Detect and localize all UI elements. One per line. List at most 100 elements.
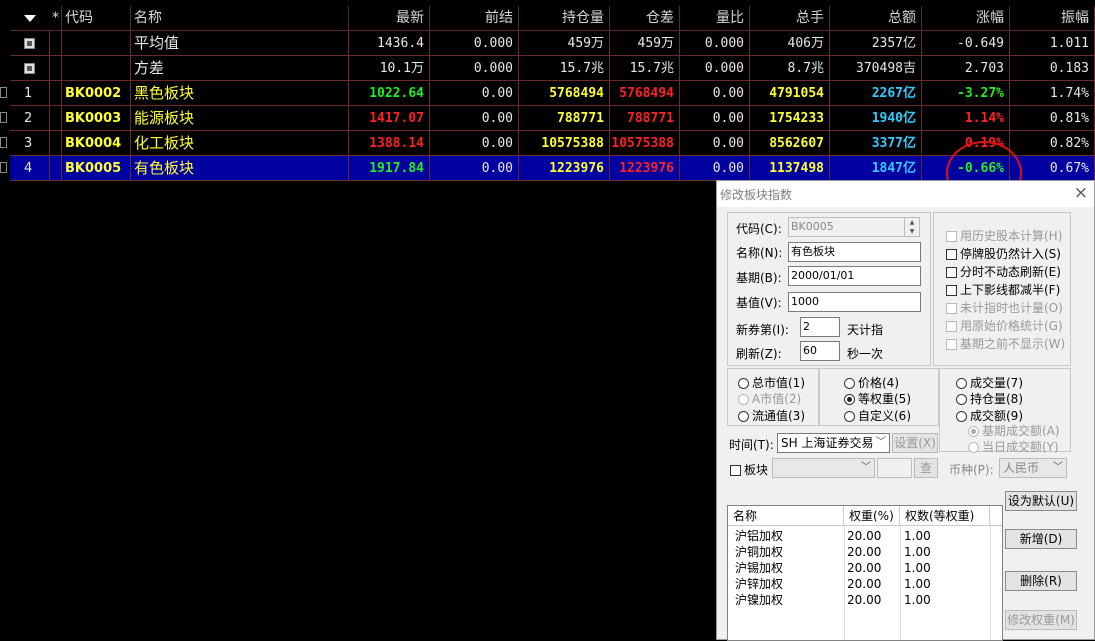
option-checkbox[interactable]: 用原始价格统计(G) xyxy=(946,317,1063,334)
prev-settle-cell: 0.000 xyxy=(430,56,519,81)
code-field[interactable]: BK0005 ▲ ▼ xyxy=(788,217,920,237)
base-value-input[interactable]: 1000 xyxy=(788,292,921,312)
weight-radio[interactable]: A市值(2) xyxy=(738,390,801,407)
block-checkbox[interactable]: 板块 xyxy=(730,461,768,478)
stat-name: 平均值 xyxy=(131,31,349,56)
list-item[interactable]: 沪铝加权 20.00 1.00 xyxy=(728,528,1002,544)
list-header-name[interactable]: 名称 xyxy=(728,506,844,526)
amplitude-cell: 0.183 xyxy=(1010,56,1095,81)
checkbox-icon xyxy=(946,321,957,332)
stat-square-icon xyxy=(24,38,35,49)
dialog-title-bar[interactable]: 修改板块指数 × xyxy=(717,181,1094,207)
list-item[interactable]: 沪锡加权 20.00 1.00 xyxy=(728,560,1002,576)
base-date-input[interactable]: 2000/01/01 xyxy=(788,266,921,286)
list-header-extra[interactable] xyxy=(990,506,1002,526)
option-checkbox[interactable]: 基期之前不显示(W) xyxy=(946,335,1065,352)
header-total-amount[interactable]: 总额 xyxy=(830,6,922,31)
change-pct-cell: 1.14% xyxy=(922,106,1010,131)
new-issue-input[interactable]: 2 xyxy=(800,317,840,337)
stat-row-average[interactable]: 平均值 1436.4 0.000 459万 459万 0.000 406万 23… xyxy=(0,31,1095,56)
option-checkbox[interactable]: 停牌股仍然计入(S) xyxy=(946,245,1061,262)
header-code[interactable]: 代码 xyxy=(62,6,131,31)
header-name[interactable]: 名称 xyxy=(131,6,349,31)
list-header-weight[interactable]: 权重(%) xyxy=(844,506,900,526)
query-button[interactable]: 查 xyxy=(914,458,938,478)
block-select[interactable]: ﹀ xyxy=(772,458,875,478)
table-row[interactable]: 1 BK0002 黑色板块 1022.64 0.00 5768494 57684… xyxy=(0,81,1095,106)
header-star[interactable]: * xyxy=(50,6,62,31)
block-label: 板块 xyxy=(744,463,769,477)
list-item[interactable]: 沪铜加权 20.00 1.00 xyxy=(728,544,1002,560)
code-value: BK0005 xyxy=(791,220,834,233)
header-prev-settle[interactable]: 前结 xyxy=(430,6,519,31)
list-header-factor[interactable]: 权数(等权重) xyxy=(900,506,990,526)
open-interest-cell: 459万 xyxy=(519,31,610,56)
weight-radio-selected[interactable]: 等权重(5) xyxy=(844,390,911,407)
delete-button[interactable]: 删除(R) xyxy=(1005,571,1077,591)
prev-settle-cell: 0.00 xyxy=(430,81,519,106)
header-vol-ratio[interactable]: 量比 xyxy=(680,6,750,31)
latest-cell: 1436.4 xyxy=(349,31,430,56)
currency-select[interactable]: 人民币 ﹀ xyxy=(999,458,1067,478)
radio-icon xyxy=(844,378,855,389)
total-amount-cell: 2267亿 xyxy=(830,81,922,106)
radio-label: A市值(2) xyxy=(752,392,802,406)
row-marker-icon xyxy=(0,87,7,98)
add-button[interactable]: 新增(D) xyxy=(1005,529,1077,549)
option-checkbox[interactable]: 分时不动态刷新(E) xyxy=(946,263,1061,280)
radio-icon xyxy=(738,411,749,422)
option-label: 用历史股本计算(H) xyxy=(960,229,1063,243)
header-open-interest[interactable]: 持仓量 xyxy=(519,6,610,31)
set-default-button[interactable]: 设为默认(U) xyxy=(1005,491,1077,511)
spinner-icon[interactable]: ▲ ▼ xyxy=(904,218,919,236)
modify-weight-button[interactable]: 修改权重(M) xyxy=(1005,610,1077,630)
header-oi-change[interactable]: 仓差 xyxy=(610,6,680,31)
table-row-selected[interactable]: 4 BK0005 有色板块 1917.84 0.00 1223976 12239… xyxy=(0,156,1095,181)
amplitude-cell: 0.81% xyxy=(1010,106,1095,131)
item-weight: 20.00 xyxy=(847,593,882,607)
block-code-input[interactable] xyxy=(877,458,912,478)
weight-radio[interactable]: 总市值(1) xyxy=(738,374,805,391)
time-select[interactable]: SH 上海证券交易 ﹀ xyxy=(777,433,890,453)
weight-radio[interactable]: 流通值(3) xyxy=(738,407,805,424)
name-cell: 有色板块 xyxy=(131,156,349,181)
base-value-label: 基值(V): xyxy=(736,296,782,310)
close-icon[interactable]: × xyxy=(1074,183,1088,203)
amount-sub-radio[interactable]: 基期成交额(A) xyxy=(968,422,1060,439)
option-checkbox[interactable]: 用历史股本计算(H) xyxy=(946,227,1062,244)
latest-cell: 1917.84 xyxy=(349,156,430,181)
empty-cell xyxy=(50,56,62,81)
header-total-lots[interactable]: 总手 xyxy=(750,6,830,31)
amount-sub-radio[interactable]: 当日成交额(Y) xyxy=(968,438,1059,455)
option-checkbox[interactable]: 上下影线都减半(F) xyxy=(946,281,1060,298)
stat-marker xyxy=(10,56,50,81)
header-amplitude[interactable]: 振幅 xyxy=(1010,6,1095,31)
open-interest-cell: 788771 xyxy=(519,106,610,131)
name-input[interactable]: 有色板块 xyxy=(788,242,921,262)
table-row[interactable]: 2 BK0003 能源板块 1417.07 0.00 788771 788771… xyxy=(0,106,1095,131)
vol-ratio-cell: 0.00 xyxy=(680,131,750,156)
open-interest-cell: 15.7兆 xyxy=(519,56,610,81)
checkbox-icon xyxy=(946,285,957,296)
list-item[interactable]: 沪锌加权 20.00 1.00 xyxy=(728,576,1002,592)
refresh-input[interactable]: 60 xyxy=(800,341,840,361)
empty-cell xyxy=(50,156,62,181)
stat-row-variance[interactable]: 方差 10.1万 0.000 15.7兆 15.7兆 0.000 8.7兆 37… xyxy=(0,56,1095,81)
settings-button[interactable]: 设置(X) xyxy=(892,433,938,453)
weight-radio[interactable]: 持仓量(8) xyxy=(956,390,1023,407)
weight-radio[interactable]: 成交量(7) xyxy=(956,374,1023,391)
option-checkbox[interactable]: 未计指时也计量(O) xyxy=(946,299,1063,316)
code-cell: BK0002 xyxy=(62,81,131,106)
currency-select-value: 人民币 xyxy=(1003,461,1040,475)
weight-radio[interactable]: 价格(4) xyxy=(844,374,899,391)
item-name: 沪锡加权 xyxy=(735,561,784,575)
weight-radio[interactable]: 自定义(6) xyxy=(844,407,911,424)
radio-label: 总市值(1) xyxy=(752,376,805,390)
column-menu-button[interactable] xyxy=(10,6,50,31)
oi-change-cell: 1223976 xyxy=(610,156,680,181)
header-latest[interactable]: 最新 xyxy=(349,6,430,31)
table-row[interactable]: 3 BK0004 化工板块 1388.14 0.00 10575388 1057… xyxy=(0,131,1095,156)
list-item[interactable]: 沪镍加权 20.00 1.00 xyxy=(728,592,1002,608)
total-amount-cell: 1940亿 xyxy=(830,106,922,131)
header-change-pct[interactable]: 涨幅 xyxy=(922,6,1010,31)
